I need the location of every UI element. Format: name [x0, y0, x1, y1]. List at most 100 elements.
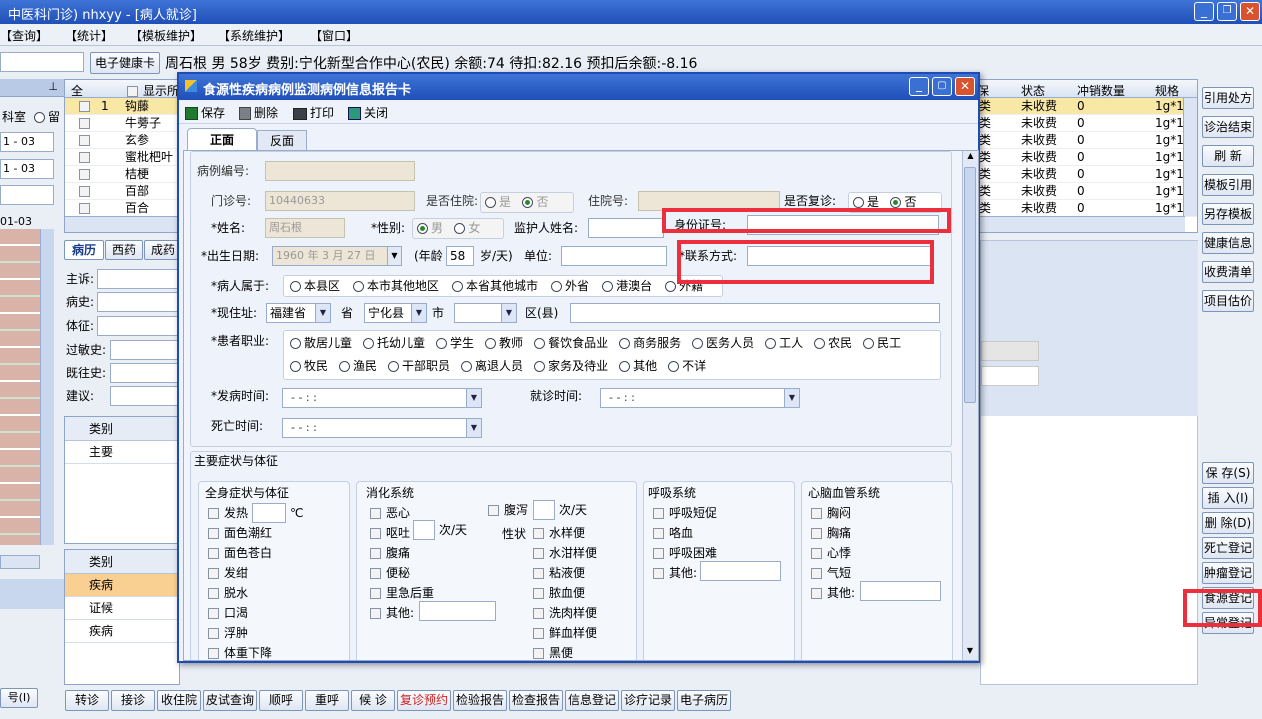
symptom-item[interactable]: 脓血便 — [533, 583, 585, 603]
symptom-checkbox[interactable] — [533, 568, 544, 579]
restore-icon[interactable]: ❐ — [1217, 2, 1237, 21]
job-option[interactable]: 渔民 — [339, 359, 377, 373]
col-all[interactable]: 全 — [71, 82, 83, 99]
diarrhea-count-field[interactable] — [533, 500, 555, 520]
symptom-item[interactable]: 里急后重 — [370, 583, 434, 603]
digestive-other-field[interactable] — [419, 601, 496, 621]
right-action-button[interactable]: 肿瘤登记 — [1202, 562, 1254, 584]
clinic-no-field[interactable]: 10440633 — [265, 191, 415, 211]
female-radio[interactable] — [454, 223, 466, 234]
belong-radio[interactable] — [290, 281, 301, 292]
symptom-checkbox[interactable] — [653, 508, 664, 519]
grid2-row-2[interactable]: 证候 — [65, 597, 179, 620]
symptom-item[interactable]: 鲜血样便 — [533, 623, 597, 643]
job-option[interactable]: 工人 — [765, 336, 803, 350]
belong-option[interactable]: 港澳台 — [602, 279, 652, 293]
job-option[interactable]: 商务服务 — [619, 336, 681, 350]
unit-field[interactable] — [561, 246, 667, 266]
tab-record[interactable]: 病历 — [64, 240, 104, 260]
job-radio[interactable] — [461, 361, 473, 372]
revisit-yes-radio[interactable] — [853, 197, 864, 208]
belong-radio[interactable] — [551, 281, 563, 292]
visit-field[interactable]: - - : : ▼ — [600, 388, 800, 408]
symptom-item[interactable]: 便秘 — [370, 563, 410, 583]
belong-radio[interactable] — [452, 281, 464, 292]
close-icon[interactable]: ✕ — [1240, 2, 1260, 21]
symptom-checkbox[interactable] — [533, 588, 544, 599]
belong-option[interactable]: 本省其他城市 — [452, 279, 538, 293]
job-radio[interactable] — [363, 338, 375, 349]
right-button[interactable]: 收费清单 — [1202, 261, 1254, 283]
symptom-item[interactable]: 胸闷 — [811, 503, 851, 523]
right-button[interactable]: 诊治结束 — [1202, 116, 1254, 138]
guardian-field[interactable] — [588, 218, 664, 238]
job-radio[interactable] — [290, 338, 301, 349]
dialog-maximize-icon[interactable]: ▢ — [932, 77, 952, 96]
symptom-checkbox[interactable] — [811, 508, 822, 519]
age-field[interactable]: 58 — [446, 246, 474, 266]
city-dropdown-icon[interactable]: ▼ — [501, 304, 516, 322]
job-option[interactable]: 教师 — [485, 336, 523, 350]
symptom-item[interactable]: 发绀 — [208, 563, 248, 583]
symptom-checkbox[interactable] — [370, 528, 381, 539]
symptom-item[interactable]: 心悸 — [811, 543, 851, 563]
province-field[interactable]: 福建省 ▼ — [266, 303, 331, 323]
symptom-checkbox[interactable] — [208, 628, 219, 639]
menu-query[interactable]: 【查询】 — [0, 27, 48, 44]
male-radio[interactable] — [417, 223, 428, 234]
job-radio[interactable] — [619, 338, 631, 349]
job-radio[interactable] — [814, 338, 826, 349]
symptom-checkbox[interactable] — [653, 568, 664, 579]
stay-radio[interactable] — [34, 112, 45, 123]
symptom-checkbox[interactable] — [653, 548, 664, 559]
birth-date-field[interactable]: 1960 年 3 月 27 日 — [272, 246, 402, 266]
resp-other-field[interactable] — [700, 561, 781, 581]
bottom-button[interactable]: 复诊预约 — [397, 690, 451, 711]
symptom-item[interactable]: 水样便 — [533, 523, 585, 543]
job-option[interactable]: 牧民 — [290, 359, 328, 373]
bottom-button[interactable]: 收住院 — [157, 690, 201, 711]
symptom-checkbox[interactable] — [208, 568, 219, 579]
symptom-item[interactable]: 其他: — [811, 583, 855, 603]
onset-field[interactable]: - - : : ▼ — [282, 388, 482, 408]
pin-icon[interactable]: ⊥ — [48, 80, 58, 93]
tab-back[interactable]: 反面 — [257, 130, 307, 150]
bottom-button[interactable]: 信息登记 — [565, 690, 619, 711]
right-button[interactable]: 项目估价 — [1202, 290, 1254, 312]
symptom-checkbox[interactable] — [208, 508, 219, 519]
date-field-1[interactable]: 1 - 03 — [0, 132, 54, 152]
symptom-checkbox[interactable] — [533, 608, 544, 619]
bottom-button[interactable]: 电子病历 — [677, 690, 731, 711]
patient-list[interactable] — [0, 229, 40, 545]
name-field[interactable]: 周石根 — [265, 218, 345, 238]
save-button[interactable]: 保存 — [201, 106, 225, 120]
job-radio[interactable] — [534, 338, 546, 349]
right-button[interactable]: 引用处方 — [1202, 87, 1254, 109]
symptom-item[interactable]: 浮肿 — [208, 623, 248, 643]
right-button[interactable]: 模板引用 — [1202, 174, 1254, 196]
scroll-up-icon[interactable]: ▲ — [963, 151, 978, 165]
symptom-checkbox[interactable] — [208, 648, 219, 659]
left-search-field[interactable] — [0, 185, 54, 205]
job-option[interactable]: 医务人员 — [692, 336, 754, 350]
row-checkbox[interactable] — [79, 118, 90, 129]
symptom-checkbox[interactable] — [370, 588, 381, 599]
row-checkbox[interactable] — [79, 152, 90, 163]
grid2-row-3[interactable]: 疾病 — [65, 620, 179, 643]
inhosp-yes-radio[interactable] — [485, 197, 496, 208]
right-button[interactable]: 健康信息 — [1202, 232, 1254, 254]
dialog-v-scrollbar[interactable]: ▲ ▼ — [962, 151, 978, 660]
symptom-item[interactable]: 其他: — [653, 563, 697, 583]
symptom-item[interactable]: 面色苍白 — [208, 543, 272, 563]
job-option[interactable]: 餐饮食品业 — [534, 336, 608, 350]
job-option[interactable]: 民工 — [863, 336, 901, 350]
symptom-checkbox[interactable] — [208, 608, 219, 619]
job-option[interactable]: 农民 — [814, 336, 852, 350]
patient-list-scrollbar[interactable] — [40, 229, 54, 545]
complaint-input[interactable] — [97, 269, 180, 289]
grid1-row[interactable]: 主要 — [65, 441, 179, 464]
symptom-checkbox[interactable] — [811, 588, 822, 599]
symptom-checkbox[interactable] — [370, 548, 381, 559]
symptom-item[interactable]: 呕吐 — [370, 523, 410, 543]
bottom-button[interactable]: 皮试查询 — [203, 690, 257, 711]
